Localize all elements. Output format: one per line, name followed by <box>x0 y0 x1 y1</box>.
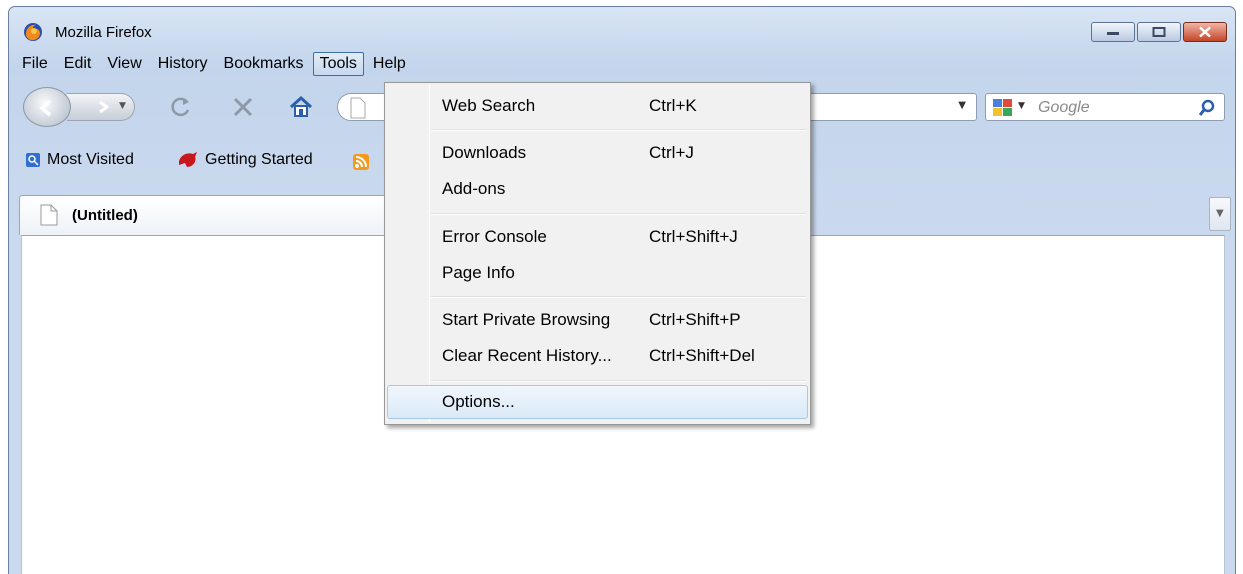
back-arrow-icon <box>39 99 52 117</box>
reload-icon[interactable] <box>169 95 193 119</box>
menu-separator <box>431 129 806 131</box>
menu-separator <box>431 380 806 382</box>
search-input[interactable]: Google <box>1038 99 1090 117</box>
search-bar[interactable]: ▼ Google <box>985 93 1225 121</box>
stop-icon[interactable] <box>231 95 255 119</box>
firefox-logo-icon <box>24 23 42 41</box>
close-button[interactable] <box>1183 22 1227 42</box>
history-dropdown-icon[interactable]: ▼ <box>119 101 126 111</box>
maximize-icon <box>1152 27 1166 37</box>
most-visited-icon <box>26 153 40 167</box>
menu-item-label: Downloads <box>442 143 527 162</box>
menu-tools[interactable]: Tools <box>312 52 364 76</box>
menu-edit[interactable]: Edit <box>57 52 99 76</box>
tools-menu: Web Search Ctrl+K Downloads Ctrl+J Add-o… <box>384 82 811 425</box>
menu-item-label: Options... <box>442 392 515 411</box>
page-icon <box>40 204 58 226</box>
tab-label: (Untitled) <box>72 207 138 224</box>
menu-file[interactable]: File <box>15 52 55 76</box>
menu-history[interactable]: History <box>151 52 215 76</box>
menu-item-shortcut: Ctrl+Shift+P <box>649 310 741 329</box>
list-all-tabs-button[interactable]: ▼ <box>1209 197 1231 231</box>
menu-item-label: Add-ons <box>442 179 506 198</box>
menu-help[interactable]: Help <box>366 52 413 76</box>
menu-separator <box>431 213 806 215</box>
search-engine-dropdown-icon[interactable]: ▼ <box>1018 101 1025 111</box>
forward-arrow-icon <box>99 100 110 114</box>
menu-item-add-ons[interactable]: Add-ons <box>387 172 808 206</box>
menu-item-label: Start Private Browsing <box>442 310 611 329</box>
bookmark-getting-started[interactable]: Getting Started <box>177 151 313 169</box>
menu-item-start-private-browsing[interactable]: Start Private Browsing Ctrl+Shift+P <box>387 303 808 337</box>
google-icon[interactable] <box>992 98 1014 118</box>
chevron-down-icon: ▼ <box>1216 208 1224 219</box>
menu-item-clear-recent-history[interactable]: Clear Recent History... Ctrl+Shift+Del <box>387 339 808 373</box>
menu-item-shortcut: Ctrl+J <box>649 143 694 162</box>
menu-view[interactable]: View <box>100 52 148 76</box>
menu-item-options[interactable]: Options... <box>387 385 808 419</box>
menu-item-shortcut: Ctrl+Shift+Del <box>649 346 755 365</box>
site-identity-icon <box>350 97 366 119</box>
menu-separator <box>431 296 806 298</box>
menu-bar: File Edit View History Bookmarks Tools H… <box>15 51 415 77</box>
menu-item-label: Error Console <box>442 227 547 246</box>
tab-untitled[interactable]: (Untitled) <box>19 195 399 235</box>
getting-started-icon <box>179 152 197 167</box>
forward-button[interactable]: ▼ <box>67 93 135 121</box>
menu-item-label: Web Search <box>442 96 536 115</box>
maximize-button[interactable] <box>1137 22 1181 42</box>
url-history-dropdown-icon[interactable]: ▼ <box>958 100 966 111</box>
minimize-button[interactable] <box>1091 22 1135 42</box>
magnifier-icon[interactable] <box>1198 99 1216 117</box>
menu-item-web-search[interactable]: Web Search Ctrl+K <box>387 89 808 123</box>
window-title: Mozilla Firefox <box>55 24 152 41</box>
bookmark-label: Getting Started <box>205 151 313 168</box>
menu-item-shortcut: Ctrl+K <box>649 96 697 115</box>
menu-item-page-info[interactable]: Page Info <box>387 256 808 290</box>
back-button[interactable] <box>23 87 71 127</box>
menu-item-error-console[interactable]: Error Console Ctrl+Shift+J <box>387 220 808 254</box>
bookmark-most-visited[interactable]: Most Visited <box>25 151 134 169</box>
menu-item-label: Page Info <box>442 263 515 282</box>
rss-icon[interactable] <box>353 154 369 170</box>
menu-bookmarks[interactable]: Bookmarks <box>217 52 311 76</box>
home-icon[interactable] <box>289 95 313 119</box>
title-bar[interactable]: Mozilla Firefox <box>9 7 1235 51</box>
menu-item-downloads[interactable]: Downloads Ctrl+J <box>387 136 808 170</box>
caption-buttons <box>1091 22 1227 42</box>
close-icon <box>1199 26 1211 38</box>
menu-item-label: Clear Recent History... <box>442 346 612 365</box>
menu-item-shortcut: Ctrl+Shift+J <box>649 227 738 246</box>
bookmark-label: Most Visited <box>47 151 134 168</box>
minimize-icon <box>1107 32 1119 35</box>
